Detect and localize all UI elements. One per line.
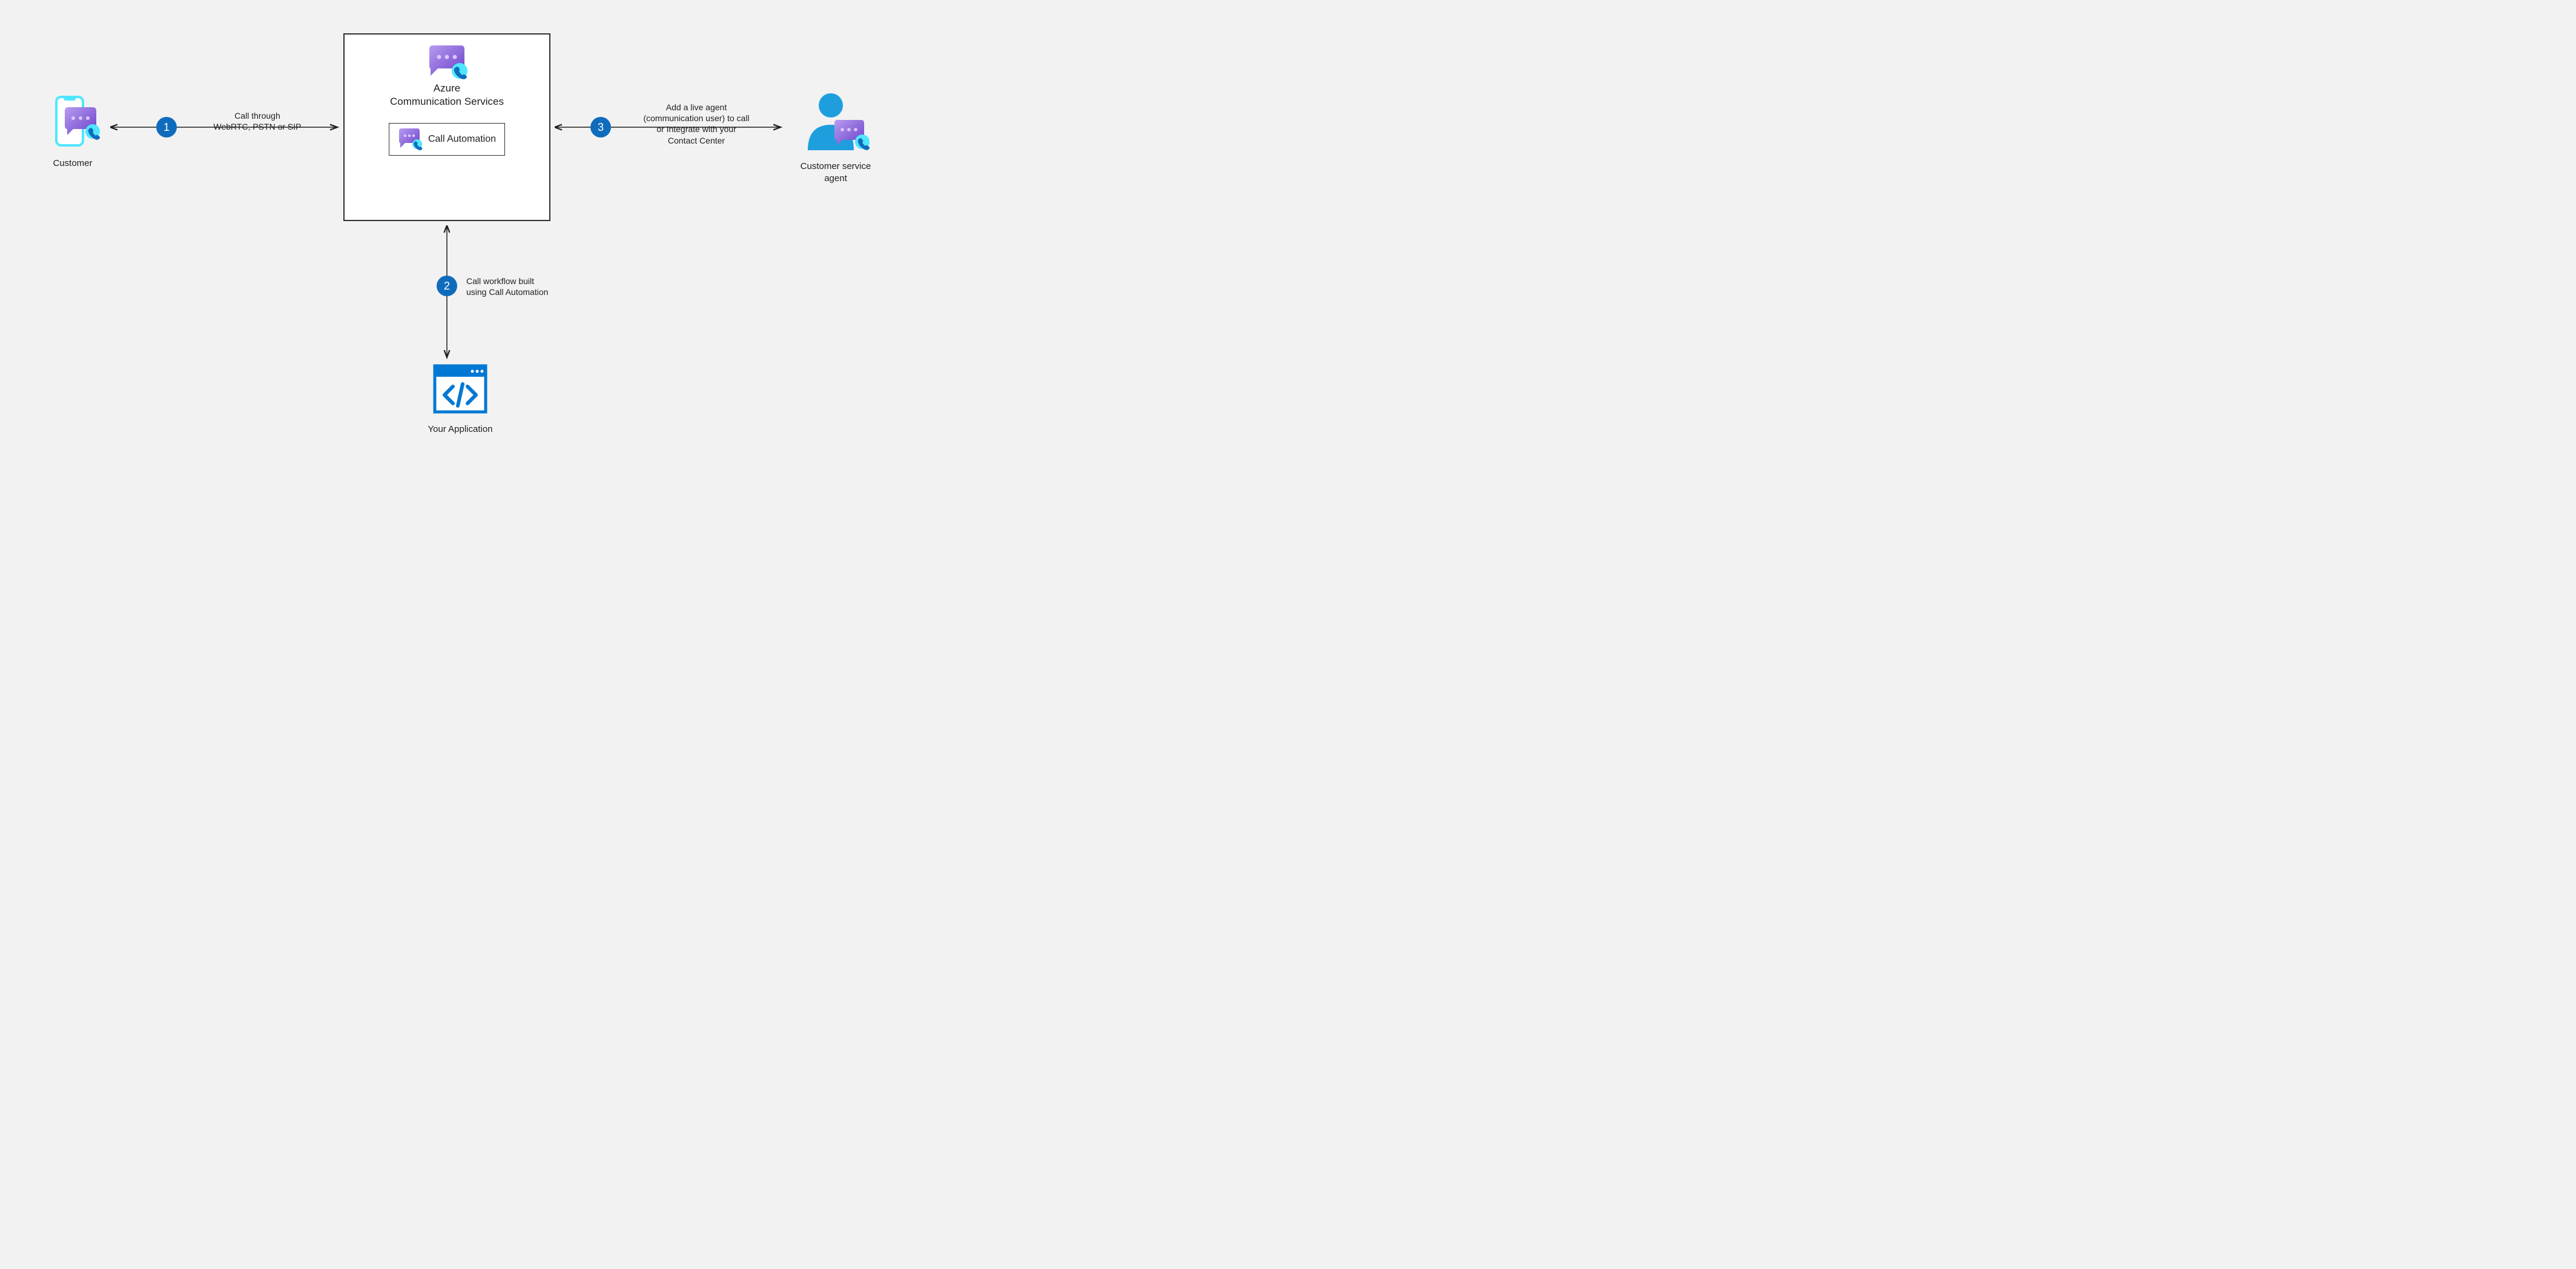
- customer-icon: [45, 94, 100, 154]
- call-automation-label: Call Automation: [428, 134, 496, 145]
- app-icon: [432, 363, 488, 417]
- call-automation-icon: [398, 128, 422, 150]
- node-customer: Customer: [36, 94, 109, 170]
- edge-label-3: Add a live agent (communication user) to…: [630, 102, 763, 146]
- agent-label-2: agent: [781, 173, 890, 185]
- agent-label-1: Customer service: [781, 161, 890, 173]
- acs-title-1: Azure: [434, 82, 460, 95]
- step-badge-2: 2: [437, 276, 457, 296]
- edge-label-2: Call workflow built using Call Automatio…: [466, 276, 575, 297]
- acs-title-2: Communication Services: [390, 95, 504, 108]
- agent-icon: [799, 91, 872, 157]
- node-agent: Customer service agent: [781, 91, 890, 184]
- node-app: Your Application: [412, 363, 509, 436]
- app-label: Your Application: [412, 423, 509, 436]
- acs-icon: [426, 45, 468, 82]
- edge-label-1: Call through WebRTC, PSTN or SIP: [200, 110, 315, 132]
- call-automation-box: Call Automation: [389, 123, 505, 156]
- customer-label: Customer: [36, 157, 109, 170]
- step-badge-3: 3: [590, 117, 611, 138]
- node-acs: Azure Communication Services Call Automa…: [343, 33, 550, 221]
- step-badge-1: 1: [156, 117, 177, 138]
